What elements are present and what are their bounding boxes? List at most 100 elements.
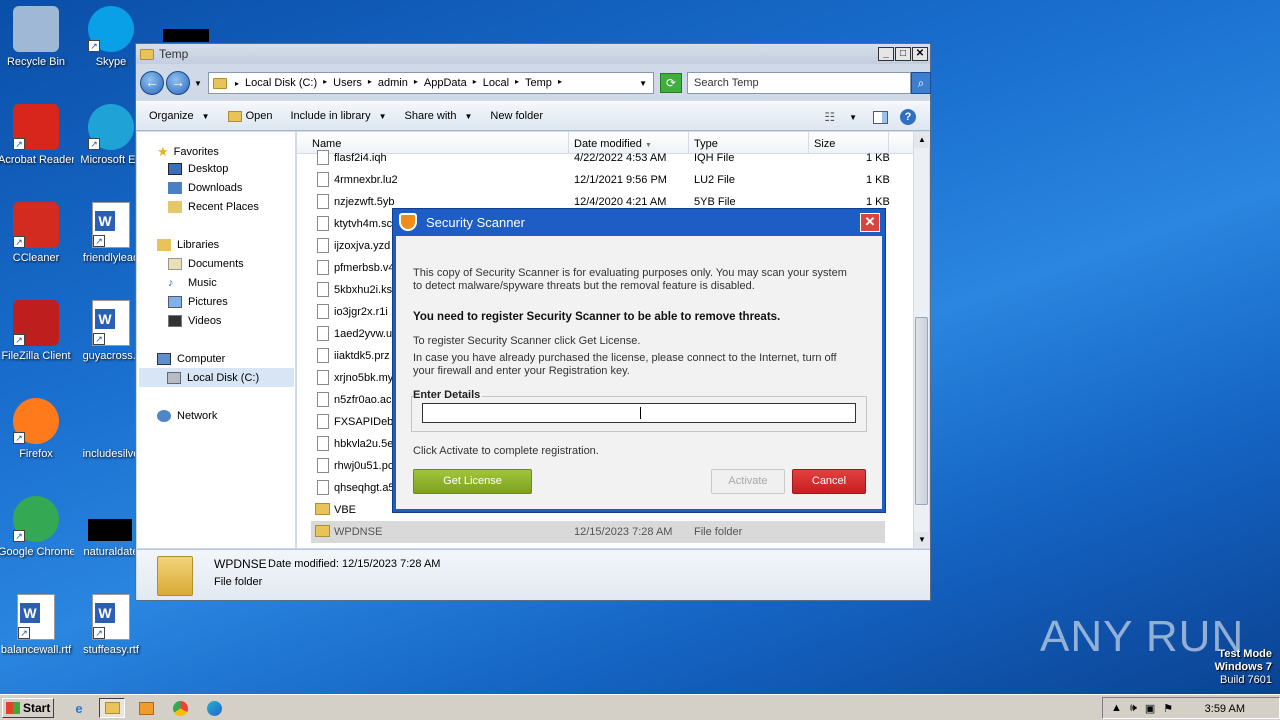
explorer-titlebar[interactable]: Temp _ □ ✕ (136, 44, 930, 64)
table-row[interactable]: WPDNSE 12/15/2023 7:28 AM File folder (311, 521, 885, 543)
search-input[interactable]: Search Temp (687, 72, 911, 94)
help-icon[interactable]: ? (900, 109, 916, 125)
media-player-taskbar-icon[interactable] (133, 698, 159, 718)
folder-icon (213, 77, 227, 89)
evaluation-notice: This copy of Security Scanner is for eva… (413, 267, 847, 293)
chevron-right-icon[interactable]: ▸ (323, 77, 327, 89)
desktop-icon-label: Google Chrome (0, 546, 74, 558)
forward-button[interactable]: → (166, 71, 190, 95)
nav-local-disk[interactable]: Local Disk (C:) (139, 368, 294, 387)
folder-icon (140, 48, 154, 60)
explorer-taskbar-icon[interactable] (99, 698, 125, 718)
show-hidden-icons-icon[interactable]: ▲ (1111, 702, 1122, 714)
vertical-scrollbar[interactable]: ▲ ▼ (913, 132, 930, 548)
windows-logo-icon (6, 702, 20, 714)
folder-icon (157, 556, 193, 596)
close-button[interactable]: ✕ (912, 47, 928, 61)
back-button[interactable]: ← (140, 71, 164, 95)
nav-desktop[interactable]: Desktop (168, 163, 228, 175)
file-icon (317, 150, 329, 165)
organize-button[interactable]: Organize ▼ (149, 110, 210, 122)
view-options-icon[interactable]: ☷ (824, 110, 835, 124)
action-center-icon[interactable]: ⚑ (1163, 702, 1173, 715)
address-dropdown[interactable]: ▼ (639, 79, 647, 88)
ie-taskbar-icon[interactable]: e (66, 698, 92, 718)
desktop-icon-chrome[interactable]: ↗ Google Chrome (0, 496, 74, 559)
get-license-button[interactable]: Get License (413, 469, 532, 494)
registration-key-input[interactable] (422, 403, 856, 423)
breadcrumb-item[interactable]: Temp (525, 77, 552, 89)
nav-favorites[interactable]: ★ Favorites (157, 144, 219, 160)
libraries-icon (157, 239, 171, 251)
dialog-titlebar[interactable]: Security Scanner ✕ (393, 209, 885, 235)
clock[interactable]: 3:59 AM (1205, 703, 1245, 715)
cell-name: iiaktdk5.prz (334, 350, 390, 362)
nav-videos[interactable]: Videos (168, 315, 221, 327)
organize-label: Organize (149, 110, 194, 122)
dialog-title: Security Scanner (426, 214, 525, 230)
open-button[interactable]: Open (227, 110, 272, 122)
chevron-right-icon[interactable]: ▸ (414, 77, 418, 89)
watermark-line: Test Mode (1218, 648, 1272, 660)
breadcrumb-item[interactable]: Local Disk (C:) (245, 77, 317, 89)
navigation-pane: ★ Favorites Desktop Downloads Recent Plac… (137, 132, 296, 548)
nav-network[interactable]: Network (157, 410, 217, 422)
breadcrumb-item[interactable]: Users (333, 77, 362, 89)
breadcrumb-item[interactable]: AppData (424, 77, 467, 89)
close-icon[interactable]: ✕ (860, 213, 880, 232)
new-folder-button[interactable]: New folder (490, 110, 543, 122)
scroll-down-icon[interactable]: ▼ (914, 532, 930, 548)
include-in-library-button[interactable]: Include in library ▼ (290, 110, 386, 122)
chevron-down-icon[interactable]: ▼ (849, 113, 857, 122)
maximize-button[interactable]: □ (895, 47, 911, 61)
recent-pages-dropdown[interactable]: ▼ (194, 79, 202, 88)
nav-libraries[interactable]: Libraries (157, 239, 219, 251)
desktop-icon-filezilla[interactable]: ↗ FileZilla Client (0, 300, 74, 363)
desktop-icon-word-doc[interactable]: W ↗ balancewall.rtf (0, 594, 74, 657)
network-tray-icon[interactable]: ▣ (1145, 702, 1155, 715)
search-icon[interactable]: ⌕ (911, 72, 931, 94)
cell-name: io3jgr2x.r1i (334, 306, 388, 318)
chevron-down-icon: ▼ (201, 111, 210, 121)
share-with-button[interactable]: Share with ▼ (405, 110, 473, 122)
cell-type: LU2 File (694, 174, 735, 186)
desktop-icon-word-doc[interactable]: W ↗ stuffeasy.rtf (73, 594, 149, 657)
refresh-button[interactable]: ⟳ (660, 73, 682, 93)
folder-icon (315, 503, 330, 515)
breadcrumb-item[interactable]: admin (378, 77, 408, 89)
table-row[interactable]: flasf2i4.iqh 4/22/2022 4:53 AM IQH File 1 K… (311, 147, 890, 169)
edge-taskbar-icon[interactable] (201, 698, 227, 718)
start-button[interactable]: Start (2, 698, 54, 718)
scroll-up-icon[interactable]: ▲ (914, 132, 930, 148)
chrome-taskbar-icon[interactable] (167, 698, 193, 718)
shortcut-arrow-icon: ↗ (88, 138, 100, 150)
chevron-right-icon[interactable]: ▸ (515, 77, 519, 89)
activate-button[interactable]: Activate (711, 469, 785, 494)
nav-music[interactable]: ♪ Music (168, 277, 217, 289)
minimize-button[interactable]: _ (878, 47, 894, 61)
desktop-icon-recycle-bin[interactable]: Recycle Bin (0, 6, 74, 69)
anyrun-logo: ANY RUN (1040, 612, 1245, 661)
breadcrumb-item[interactable]: Local (483, 77, 509, 89)
preview-pane-icon[interactable] (873, 110, 888, 124)
desktop-icon-ccleaner[interactable]: ↗ CCleaner (0, 202, 74, 265)
desktop-icon-acrobat[interactable]: ↗ Acrobat Reader DC (0, 104, 74, 167)
address-bar[interactable]: ▸ Local Disk (C:) ▸ Users ▸ admin ▸ AppData ▸ Lo… (208, 72, 654, 94)
table-row[interactable]: 4rmnexbr.lu2 12/1/2021 9:56 PM LU2 File 1 K… (311, 169, 890, 191)
chevron-right-icon[interactable]: ▸ (473, 77, 477, 89)
nav-computer[interactable]: Computer (157, 353, 225, 365)
nav-downloads[interactable]: Downloads (168, 182, 242, 194)
chevron-right-icon[interactable]: ▸ (558, 77, 562, 89)
nav-documents[interactable]: Documents (168, 258, 244, 270)
cancel-button[interactable]: Cancel (792, 469, 866, 494)
notice-line: to detect malware/spyware threats but th… (413, 280, 755, 292)
volume-icon[interactable]: 🕪 (1130, 702, 1137, 715)
nav-recent-places[interactable]: Recent Places (168, 201, 259, 213)
nav-pictures[interactable]: Pictures (168, 296, 228, 308)
scroll-thumb[interactable] (915, 317, 928, 505)
chevron-right-icon[interactable]: ▸ (368, 77, 372, 89)
nav-label: Music (188, 277, 217, 289)
desktop-icon-firefox[interactable]: ↗ Firefox (0, 398, 74, 461)
nav-label: Computer (177, 353, 226, 365)
cell-size: 1 KB (866, 196, 890, 208)
